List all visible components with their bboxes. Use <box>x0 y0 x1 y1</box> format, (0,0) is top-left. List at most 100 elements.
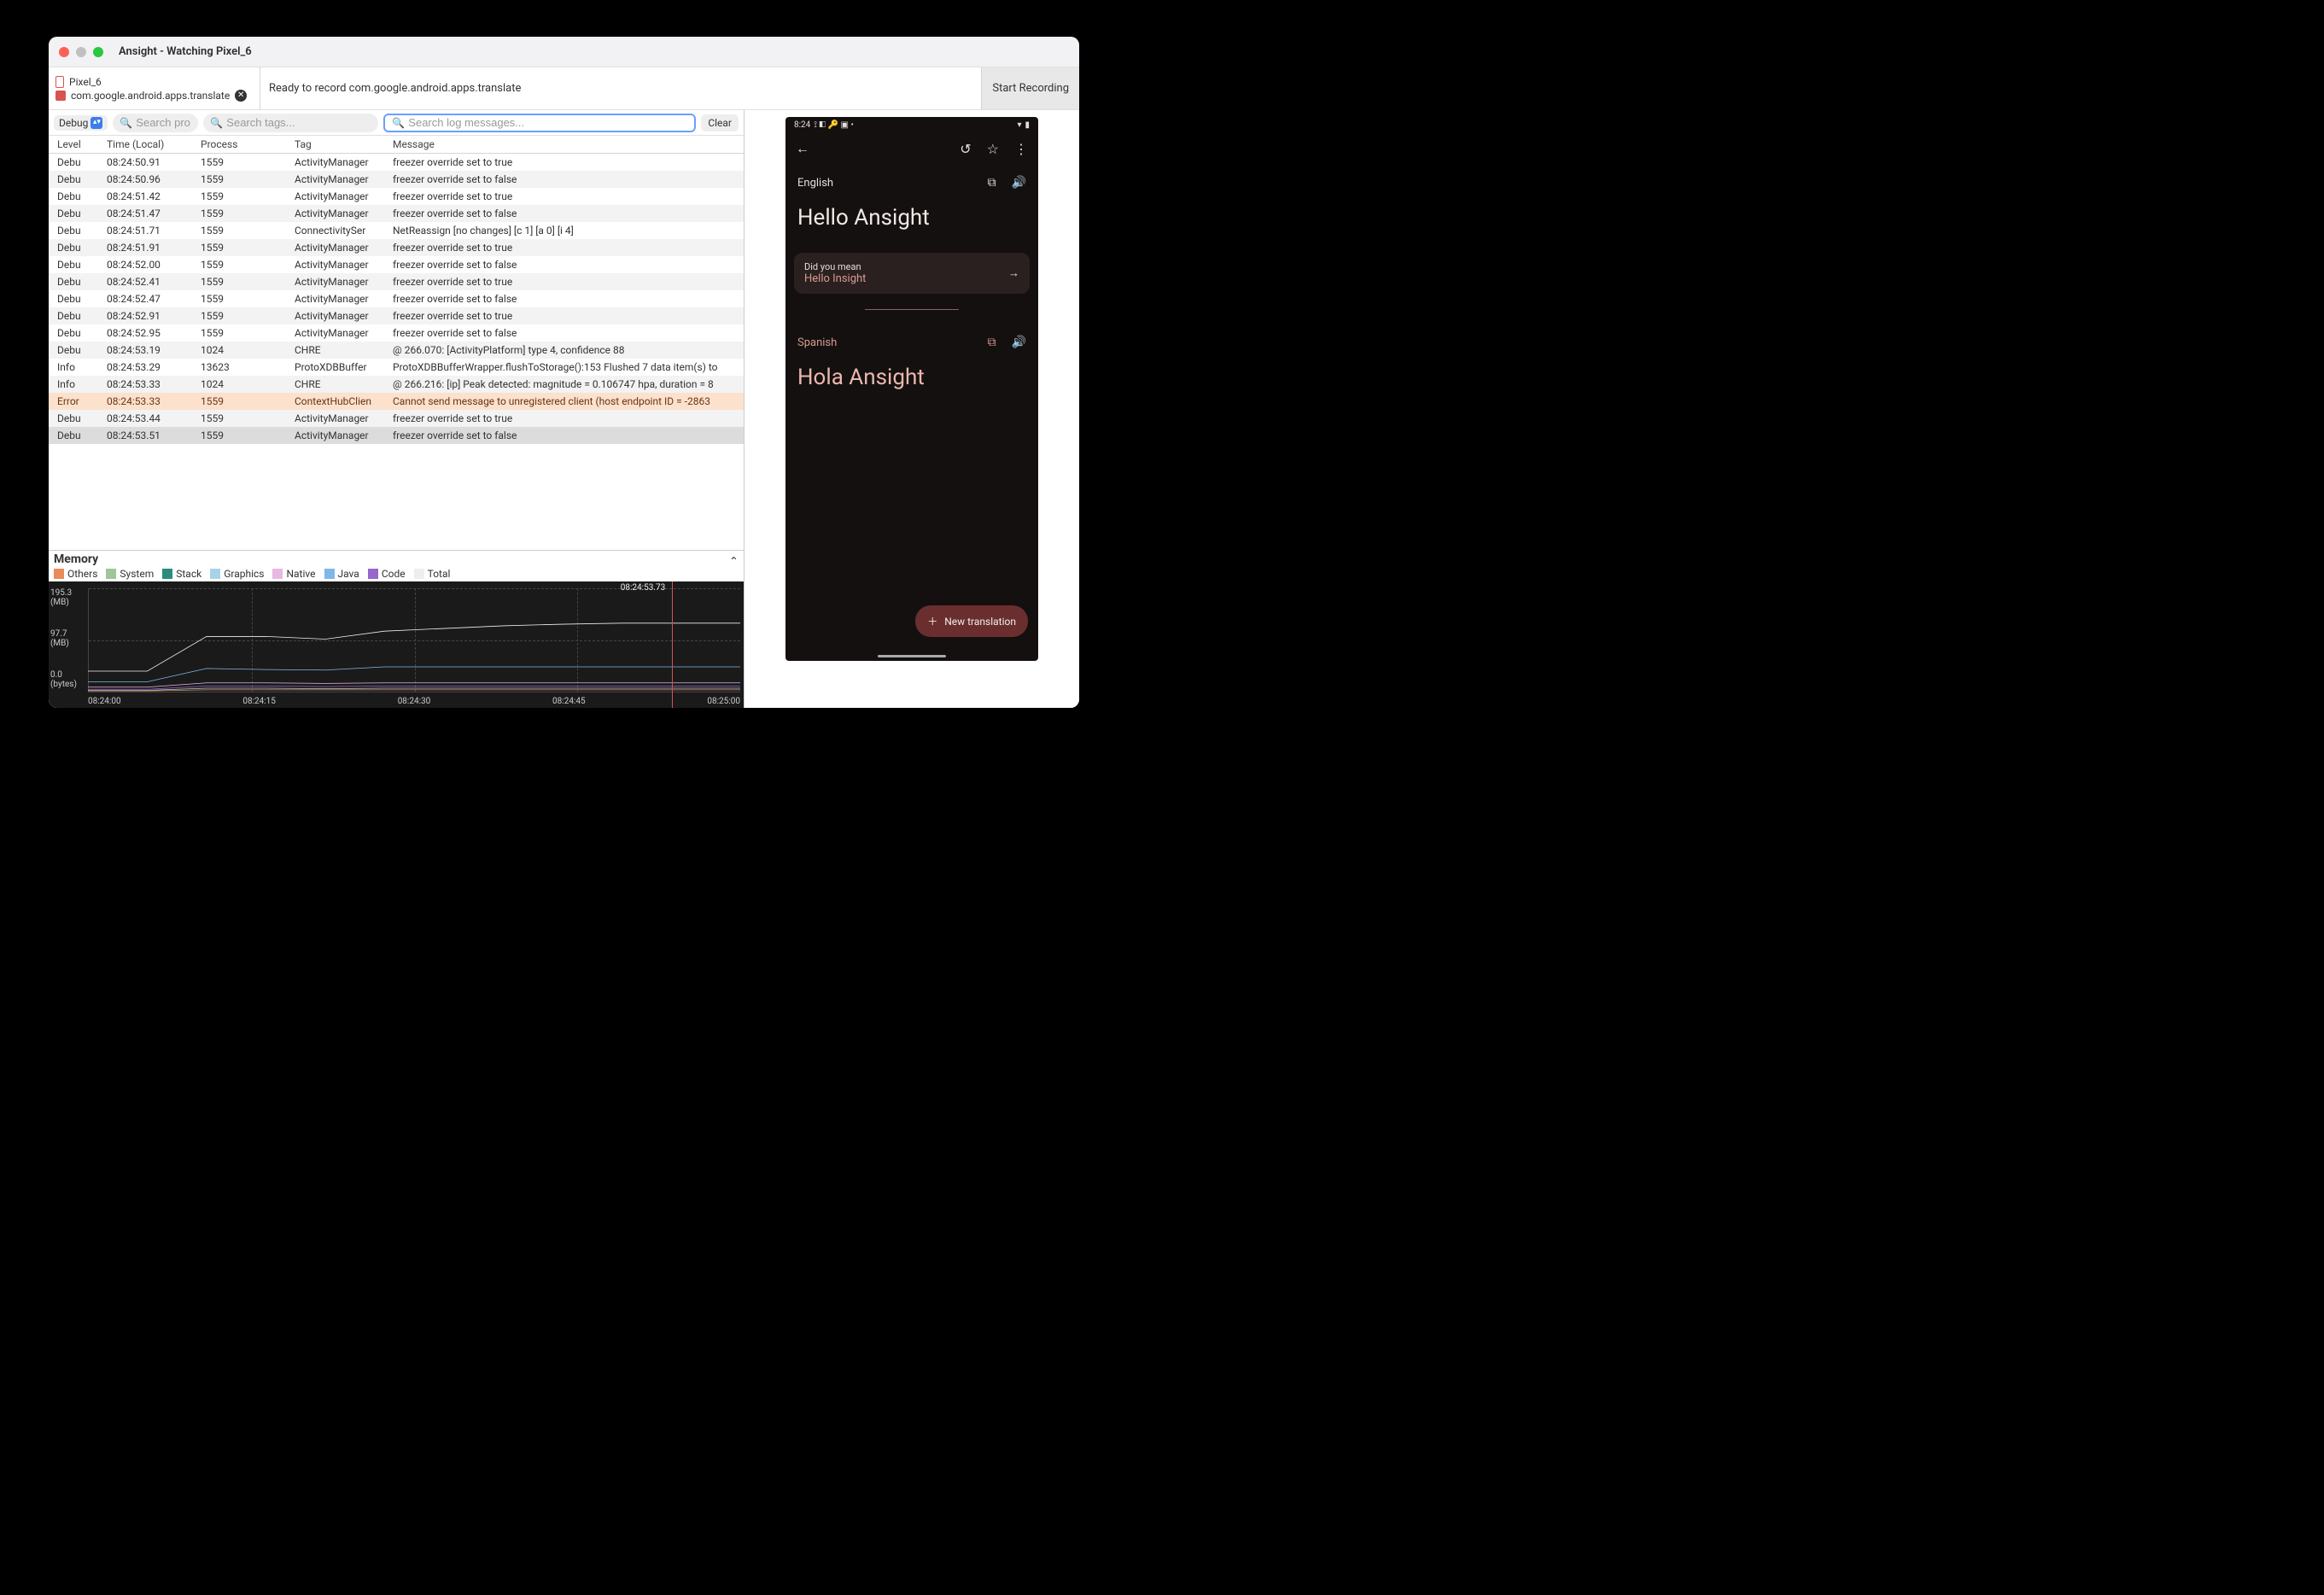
history-icon[interactable]: ↺ <box>960 141 971 157</box>
new-translation-button[interactable]: ＋ New translation <box>915 605 1028 637</box>
legend-item[interactable]: System <box>106 568 154 580</box>
table-row[interactable]: Debu08:24:52.951559ActivityManagerfreeze… <box>49 324 744 342</box>
col-time[interactable]: Time (Local) <box>107 138 201 150</box>
search-processes-field[interactable] <box>136 116 191 129</box>
cell-tag: ActivityManager <box>295 173 393 185</box>
legend-item[interactable]: Graphics <box>210 568 264 580</box>
cell-tag: ActivityManager <box>295 156 393 168</box>
window-close-button[interactable] <box>59 47 69 57</box>
log-table[interactable]: Debu08:24:50.911559ActivityManagerfreeze… <box>49 154 744 550</box>
phone-screen[interactable]: 8:24 ⟟ ◧ 🔑 ▣ • ▾ ▮ ← ↺ ☆ ⋮ <box>785 117 1038 661</box>
legend-item[interactable]: Stack <box>162 568 201 580</box>
collapse-memory-button[interactable]: ⌄ <box>729 553 739 566</box>
device-row[interactable]: Pixel_6 <box>55 76 253 88</box>
chart-cursor[interactable] <box>672 581 673 708</box>
memory-chart[interactable]: 195.3 (MB)97.7 (MB)0.0 (bytes) 08:24:000… <box>49 581 744 708</box>
cell-lvl: Debu <box>57 242 107 254</box>
speaker-icon[interactable]: 🔊 <box>1012 176 1026 190</box>
star-icon[interactable]: ☆ <box>987 141 999 157</box>
remove-package-button[interactable]: ✕ <box>235 90 247 102</box>
search-logs-input[interactable]: 🔍 <box>383 114 696 132</box>
table-row[interactable]: Debu08:24:53.191024CHRE@ 266.070: [Activ… <box>49 342 744 359</box>
phone-icon <box>55 76 64 88</box>
legend-swatch <box>368 569 378 579</box>
copy-icon[interactable]: ⧉ <box>988 176 996 190</box>
cell-tag: CHRE <box>295 378 393 390</box>
table-row[interactable]: Debu08:24:52.411559ActivityManagerfreeze… <box>49 273 744 290</box>
legend-item[interactable]: Total <box>414 568 451 580</box>
cell-time: 08:24:53.33 <box>107 378 201 390</box>
table-row[interactable]: Debu08:24:52.911559ActivityManagerfreeze… <box>49 307 744 324</box>
cell-lvl: Debu <box>57 207 107 219</box>
table-row[interactable]: Info08:24:53.331024CHRE@ 266.216: [ip] P… <box>49 376 744 393</box>
copy-icon[interactable]: ⧉ <box>988 336 996 349</box>
status-icon: ⟟ ◧ 🔑 ▣ • <box>814 120 854 130</box>
cell-proc: 1559 <box>201 412 295 424</box>
cell-time: 08:24:53.33 <box>107 395 201 407</box>
table-row[interactable]: Debu08:24:52.001559ActivityManagerfreeze… <box>49 256 744 273</box>
table-row[interactable]: Info08:24:53.2913623ProtoXDBBufferProtoX… <box>49 359 744 376</box>
table-row[interactable]: Debu08:24:53.511559ActivityManagerfreeze… <box>49 427 744 444</box>
cell-proc: 1024 <box>201 378 295 390</box>
y-tick: 195.3 (MB) <box>50 588 86 607</box>
legend-item[interactable]: Code <box>368 568 406 580</box>
legend-item[interactable]: Java <box>324 568 359 580</box>
package-row[interactable]: com.google.android.apps.translate ✕ <box>55 90 253 102</box>
window-maximize-button[interactable] <box>93 47 103 57</box>
col-level[interactable]: Level <box>57 138 107 150</box>
cell-tag: ConnectivitySer <box>295 225 393 237</box>
col-tag[interactable]: Tag <box>295 138 393 150</box>
cell-msg: freezer override set to true <box>393 310 735 322</box>
clear-button[interactable]: Clear <box>701 114 739 131</box>
memory-lines <box>88 588 740 692</box>
window-minimize-button[interactable] <box>76 47 86 57</box>
log-level-select[interactable]: Debug ▴▾ <box>54 115 108 131</box>
speaker-icon[interactable]: 🔊 <box>1012 336 1026 349</box>
legend-item[interactable]: Others <box>54 568 97 580</box>
col-message[interactable]: Message <box>393 138 735 150</box>
toolbar: Pixel_6 com.google.android.apps.translat… <box>49 67 1079 110</box>
cell-msg: freezer override set to false <box>393 207 735 219</box>
cell-tag: ContextHubClien <box>295 395 393 407</box>
search-tags-field[interactable] <box>226 116 371 129</box>
table-header: Level Time (Local) Process Tag Message <box>49 136 744 154</box>
table-row[interactable]: Error08:24:53.331559ContextHubClienCanno… <box>49 393 744 410</box>
search-icon: 🔍 <box>120 117 132 129</box>
table-row[interactable]: Debu08:24:51.911559ActivityManagerfreeze… <box>49 239 744 256</box>
search-logs-field[interactable] <box>408 116 687 129</box>
cell-time: 08:24:52.00 <box>107 259 201 271</box>
table-row[interactable]: Debu08:24:50.961559ActivityManagerfreeze… <box>49 171 744 188</box>
device-name: Pixel_6 <box>69 76 102 88</box>
table-row[interactable]: Debu08:24:51.421559ActivityManagerfreeze… <box>49 188 744 205</box>
legend-swatch <box>54 569 64 579</box>
memory-panel: Memory ⌄ OthersSystemStackGraphicsNative… <box>49 550 744 708</box>
cell-time: 08:24:52.47 <box>107 293 201 305</box>
cell-msg: @ 266.070: [ActivityPlatform] type 4, co… <box>393 344 735 356</box>
phone-suggestion[interactable]: Did you mean Hello Insight → <box>794 253 1030 294</box>
cell-msg: freezer override set to true <box>393 276 735 288</box>
cell-msg: freezer override set to true <box>393 242 735 254</box>
search-processes-input[interactable]: 🔍 <box>113 114 198 132</box>
table-row[interactable]: Debu08:24:52.471559ActivityManagerfreeze… <box>49 290 744 307</box>
table-row[interactable]: Debu08:24:51.471559ActivityManagerfreeze… <box>49 205 744 222</box>
legend-swatch <box>106 569 116 579</box>
search-tags-input[interactable]: 🔍 <box>203 114 378 132</box>
table-row[interactable]: Debu08:24:50.911559ActivityManagerfreeze… <box>49 154 744 171</box>
y-tick: 0.0 (bytes) <box>50 670 86 689</box>
cursor-time-label: 08:24:53.73 <box>621 583 665 593</box>
col-process[interactable]: Process <box>201 138 295 150</box>
back-icon[interactable]: ← <box>796 140 809 157</box>
cell-lvl: Debu <box>57 156 107 168</box>
start-recording-button[interactable]: Start Recording <box>981 67 1079 109</box>
phone-src-lang[interactable]: English <box>797 177 833 190</box>
legend-label: Others <box>67 568 97 580</box>
legend-item[interactable]: Native <box>272 568 315 580</box>
cell-lvl: Debu <box>57 276 107 288</box>
table-row[interactable]: Debu08:24:53.441559ActivityManagerfreeze… <box>49 410 744 427</box>
cell-time: 08:24:52.95 <box>107 327 201 339</box>
table-row[interactable]: Debu08:24:51.711559ConnectivitySerNetRea… <box>49 222 744 239</box>
phone-dst-lang[interactable]: Spanish <box>797 336 837 349</box>
phone-suggest-label: Did you mean <box>804 261 866 272</box>
more-icon[interactable]: ⋮ <box>1014 141 1028 157</box>
arrow-right-icon: → <box>1008 266 1019 280</box>
